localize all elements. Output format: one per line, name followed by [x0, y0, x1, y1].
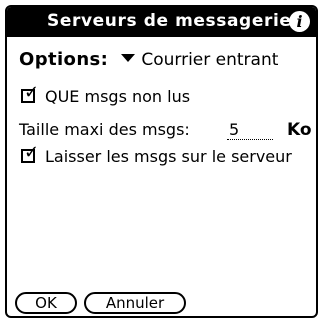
options-row: Options: Courrier entrant [19, 49, 278, 70]
unread-only-checkbox-row[interactable]: ✓ QUE msgs non lus [21, 83, 191, 106]
leave-on-server-checkbox[interactable]: ✓ [21, 143, 39, 163]
unread-only-label: QUE msgs non lus [45, 87, 191, 106]
options-label: Options: [19, 49, 109, 70]
dialog-title: Serveurs de messagerie [47, 11, 292, 31]
leave-on-server-checkbox-row[interactable]: ✓ Laisser les msgs sur le serveur [21, 143, 292, 166]
info-icon[interactable]: i [289, 11, 310, 32]
cancel-button[interactable]: Annuler [84, 292, 186, 314]
options-dropdown[interactable]: Courrier entrant [121, 50, 278, 70]
options-selected-value: Courrier entrant [141, 50, 279, 70]
max-size-input[interactable]: 5 [227, 120, 273, 140]
title-bar: Serveurs de messagerie i [7, 7, 316, 37]
max-size-unit: Ko [287, 120, 312, 140]
unread-only-checkbox[interactable]: ✓ [21, 83, 39, 103]
leave-on-server-label: Laisser les msgs sur le serveur [45, 147, 292, 166]
checkmark-icon: ✓ [24, 81, 40, 103]
dropdown-triangle-icon [121, 54, 136, 62]
checkmark-icon: ✓ [24, 141, 40, 163]
ok-button[interactable]: OK [15, 292, 77, 314]
max-size-label: Taille maxi des msgs: [19, 120, 190, 139]
max-size-row: Taille maxi des msgs: 5 Ko [19, 120, 312, 140]
mail-servers-dialog: Serveurs de messagerie i Options: Courri… [5, 5, 318, 318]
